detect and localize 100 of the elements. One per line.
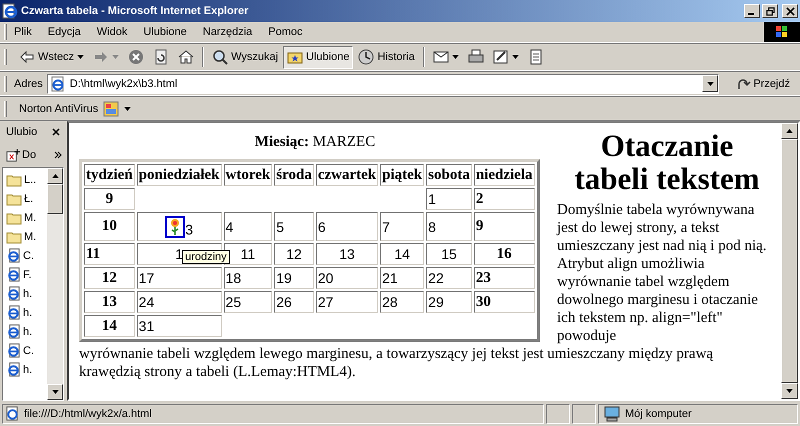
status-panel <box>546 404 570 424</box>
table-cell: 6 <box>316 212 378 241</box>
zone-label: Mój komputer <box>625 408 692 420</box>
column-header: piątek <box>380 164 424 186</box>
favorite-item[interactable]: h. <box>23 288 32 300</box>
scrollbar-thumb[interactable] <box>781 139 798 383</box>
favorite-item[interactable]: h. <box>23 326 32 338</box>
minimize-button[interactable] <box>744 4 760 18</box>
toolbar-label: Norton AntiVirus <box>19 102 98 114</box>
table-cell: 13 <box>316 243 378 265</box>
table-cell: 14 <box>380 243 424 265</box>
printer-icon <box>468 49 484 65</box>
column-header: poniedziałek <box>136 164 222 186</box>
address-field[interactable]: D:\html\wyk2x\b3.html <box>46 74 720 94</box>
folder-icon[interactable] <box>6 192 22 206</box>
folder-icon[interactable] <box>6 230 22 244</box>
table-cell: 26 <box>274 291 314 313</box>
favorite-item[interactable]: C. <box>23 344 34 356</box>
page-icon <box>5 406 20 421</box>
folder-icon[interactable] <box>6 210 22 224</box>
close-icon <box>786 6 794 16</box>
window-icon[interactable] <box>103 100 120 116</box>
page-icon[interactable] <box>6 267 21 282</box>
page-icon[interactable] <box>6 248 21 263</box>
caret-icon <box>452 55 459 59</box>
table-cell: 30 <box>474 291 535 313</box>
table-cell: 1 <box>426 188 472 210</box>
favorite-item[interactable]: C. <box>23 250 34 262</box>
favorite-item[interactable]: h. <box>23 364 32 376</box>
go-arrow-icon <box>737 76 752 90</box>
scroll-up-button[interactable] <box>47 168 63 184</box>
stop-icon <box>128 49 144 65</box>
week-number: 10 <box>84 212 135 241</box>
column-header: czwartek <box>316 164 378 186</box>
table-cell: 23 <box>474 267 535 289</box>
menu-item[interactable]: Edycja <box>48 26 81 38</box>
page-icon[interactable] <box>6 286 21 301</box>
table-cell: 18 <box>224 267 272 289</box>
menu-item[interactable]: Plik <box>14 26 32 38</box>
table-cell: 21 <box>380 267 424 289</box>
go-button[interactable]: Przejdź <box>731 76 796 92</box>
search-button[interactable]: Wyszukaj <box>208 46 282 68</box>
table-cell: 4 <box>224 212 272 241</box>
table-cell: 16 <box>474 243 535 265</box>
add-favorite-icon <box>6 148 21 162</box>
caret-icon <box>706 82 714 86</box>
favorite-item[interactable]: L.. <box>24 174 36 186</box>
page-icon[interactable] <box>6 324 21 339</box>
caret-icon[interactable] <box>124 106 132 110</box>
table-cell: 7 <box>380 212 424 241</box>
page-icon[interactable] <box>6 305 21 320</box>
computer-icon <box>603 406 621 422</box>
folder-icon[interactable] <box>6 172 22 186</box>
add-button[interactable]: Do <box>4 148 38 162</box>
flower-icon[interactable] <box>165 216 186 238</box>
browser-icon <box>2 3 18 19</box>
back-button[interactable]: Wstecz <box>15 46 88 68</box>
page-icon[interactable] <box>6 362 21 377</box>
column-header: środa <box>274 164 314 186</box>
favorite-item[interactable]: F. <box>23 268 32 280</box>
table-cell: 8 <box>426 212 472 241</box>
history-button[interactable]: Historia <box>354 46 419 68</box>
scrollbar-thumb[interactable] <box>47 184 63 214</box>
caret-icon <box>112 55 120 59</box>
mail-icon <box>432 49 449 65</box>
scroll-up-button[interactable] <box>781 123 798 139</box>
menu-item[interactable]: Narzędzia <box>202 26 252 38</box>
restore-button[interactable] <box>762 4 778 18</box>
table-cell: 19 <box>274 267 314 289</box>
body-paragraph: wyrównanie tabeli względem lewego marginesu, a towarzyszący jej tekst jest umieszczany między prawą krawędzią strony a tabeli (L.Lemay:HTML4). <box>79 345 714 381</box>
chevron-icon[interactable] <box>54 151 62 159</box>
refresh-icon <box>153 49 170 65</box>
left-arrow-icon <box>19 49 35 65</box>
page-icon <box>50 76 66 92</box>
table-cell: 17 <box>136 267 222 289</box>
favorite-item[interactable]: Ł. <box>24 192 34 204</box>
column-header: sobota <box>426 164 472 186</box>
search-icon <box>212 49 228 65</box>
table-cell: 31 <box>136 315 222 337</box>
document-icon <box>528 49 544 65</box>
dropdown-button[interactable] <box>702 75 718 92</box>
down-arrow-icon <box>786 389 793 393</box>
clock-icon <box>358 49 374 65</box>
favorite-item[interactable]: M. <box>24 230 36 242</box>
favorites-button[interactable]: Ulubione <box>283 46 354 68</box>
close-button[interactable] <box>782 4 798 18</box>
close-icon[interactable] <box>52 128 60 136</box>
menu-item[interactable]: Ulubione <box>143 26 187 38</box>
minimize-icon <box>748 13 754 15</box>
windows-logo <box>764 22 800 42</box>
page-icon[interactable] <box>6 343 21 358</box>
favorite-item[interactable]: h. <box>23 306 32 318</box>
scroll-down-button[interactable] <box>47 384 63 400</box>
week-number: 14 <box>84 315 135 337</box>
favorite-item[interactable]: M. <box>24 212 36 224</box>
table-caption: Miesiąc: MARZEC <box>254 134 376 151</box>
table-cell: 2 <box>474 188 535 210</box>
menu-item[interactable]: Pomoc <box>268 26 303 38</box>
scroll-down-button[interactable] <box>781 383 798 399</box>
menu-item[interactable]: Widok <box>96 26 128 38</box>
